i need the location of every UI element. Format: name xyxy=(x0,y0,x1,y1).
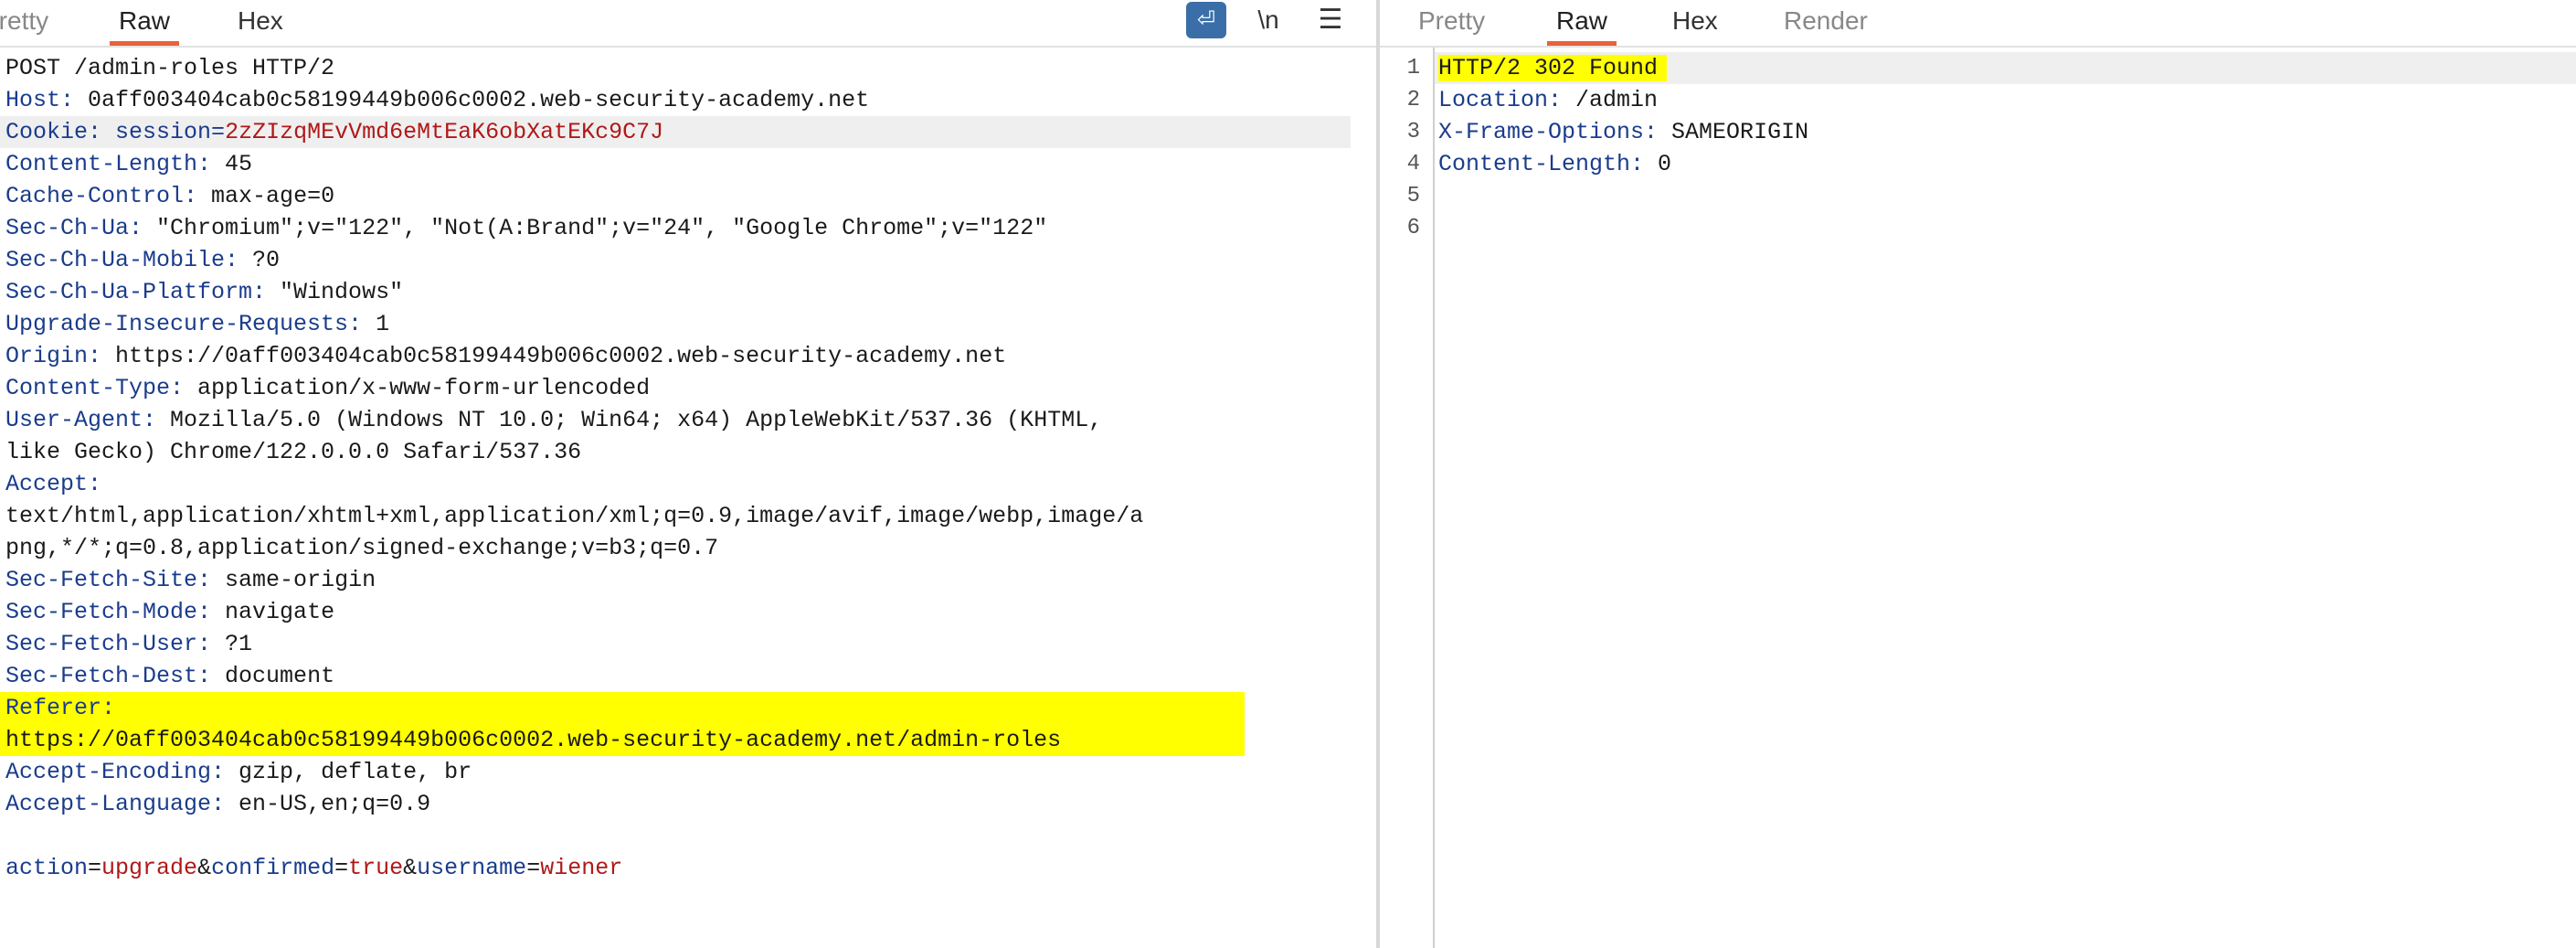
response-header-content-length: Content-Length: 0 xyxy=(1438,151,1672,177)
response-tab-hex[interactable]: Hex xyxy=(1672,0,1718,42)
header-referer: Referer: xyxy=(0,692,1245,724)
line-number: 3 xyxy=(1406,120,1420,144)
menu-icon[interactable]: ☰ xyxy=(1310,2,1351,38)
header-sec-fetch-user: Sec-Fetch-User: ?1 xyxy=(5,631,253,657)
line-number: 2 xyxy=(1406,88,1420,112)
response-header-x-frame-options: X-Frame-Options: SAMEORIGIN xyxy=(1438,119,1809,145)
header-user-agent-cont: like Gecko) Chrome/122.0.0.0 Safari/537.… xyxy=(5,439,582,465)
request-tab-pretty[interactable]: Pretty xyxy=(0,0,48,42)
request-pane: Pretty Raw Hex ⏎ \n ☰ POST /admin-roles … xyxy=(0,0,1376,948)
request-body: action=upgrade&confirmed=true&username=w… xyxy=(5,855,623,881)
line-number: 4 xyxy=(1406,152,1420,176)
header-accept-value: text/html,application/xhtml+xml,applicat… xyxy=(5,503,1144,529)
header-cookie: Cookie: session=2zZIzqMEvVmd6eMtEaK6obXa… xyxy=(5,119,664,145)
line-number: 6 xyxy=(1406,216,1420,240)
header-host: Host: 0aff003404cab0c58199449b006c0002.w… xyxy=(5,87,870,113)
header-accept: Accept: xyxy=(5,471,102,497)
response-editor[interactable]: 1 2 3 4 5 6 HTTP/2 302 Found Location: /… xyxy=(1380,48,2576,948)
header-referer-value: https://0aff003404cab0c58199449b006c0002… xyxy=(0,724,1245,756)
response-tab-raw[interactable]: Raw xyxy=(1546,0,1617,46)
request-line: POST /admin-roles HTTP/2 xyxy=(5,55,335,81)
header-sec-ch-ua: Sec-Ch-Ua: "Chromium";v="122", "Not(A:Br… xyxy=(5,215,1048,241)
request-tab-raw[interactable]: Raw xyxy=(109,0,180,46)
header-accept-value-cont: png,*/*;q=0.8,application/signed-exchang… xyxy=(5,535,719,561)
header-sec-ch-ua-platform: Sec-Ch-Ua-Platform: "Windows" xyxy=(5,279,404,305)
response-header-location: Location: /admin xyxy=(1438,87,1659,113)
line-number: 1 xyxy=(1406,56,1420,80)
header-upgrade-insecure-requests: Upgrade-Insecure-Requests: 1 xyxy=(5,311,390,337)
header-user-agent: User-Agent: Mozilla/5.0 (Windows NT 10.0… xyxy=(5,407,1103,433)
wrap-lines-icon[interactable]: ⏎ xyxy=(1186,2,1226,38)
response-status-line: HTTP/2 302 Found xyxy=(1438,52,1668,84)
response-tab-pretty[interactable]: Pretty xyxy=(1418,0,1485,42)
request-tab-hex[interactable]: Hex xyxy=(238,0,283,42)
header-sec-fetch-dest: Sec-Fetch-Dest: document xyxy=(5,663,335,689)
show-newlines-button[interactable]: \n xyxy=(1248,2,1288,38)
request-tabbar: Pretty Raw Hex ⏎ \n ☰ xyxy=(0,0,1376,48)
header-accept-language: Accept-Language: en-US,en;q=0.9 xyxy=(5,791,431,817)
line-number-gutter: 1 2 3 4 5 6 xyxy=(1380,48,1435,948)
header-origin: Origin: https://0aff003404cab0c58199449b… xyxy=(5,343,1007,369)
header-sec-fetch-mode: Sec-Fetch-Mode: navigate xyxy=(5,599,335,625)
header-cache-control: Cache-Control: max-age=0 xyxy=(5,183,335,209)
header-sec-ch-ua-mobile: Sec-Ch-Ua-Mobile: ?0 xyxy=(5,247,281,273)
request-editor[interactable]: POST /admin-roles HTTP/2 Host: 0aff00340… xyxy=(0,48,1376,948)
header-content-length: Content-Length: 45 xyxy=(5,151,253,177)
response-tabbar: Pretty Raw Hex Render xyxy=(1380,0,2576,48)
header-content-type: Content-Type: application/x-www-form-url… xyxy=(5,375,651,401)
response-pane: Pretty Raw Hex Render 1 2 3 4 5 6 HTTP/2… xyxy=(1380,0,2576,948)
header-sec-fetch-site: Sec-Fetch-Site: same-origin xyxy=(5,567,376,593)
line-number: 5 xyxy=(1406,184,1420,208)
response-tab-render[interactable]: Render xyxy=(1784,0,1868,42)
header-accept-encoding: Accept-Encoding: gzip, deflate, br xyxy=(5,759,472,785)
